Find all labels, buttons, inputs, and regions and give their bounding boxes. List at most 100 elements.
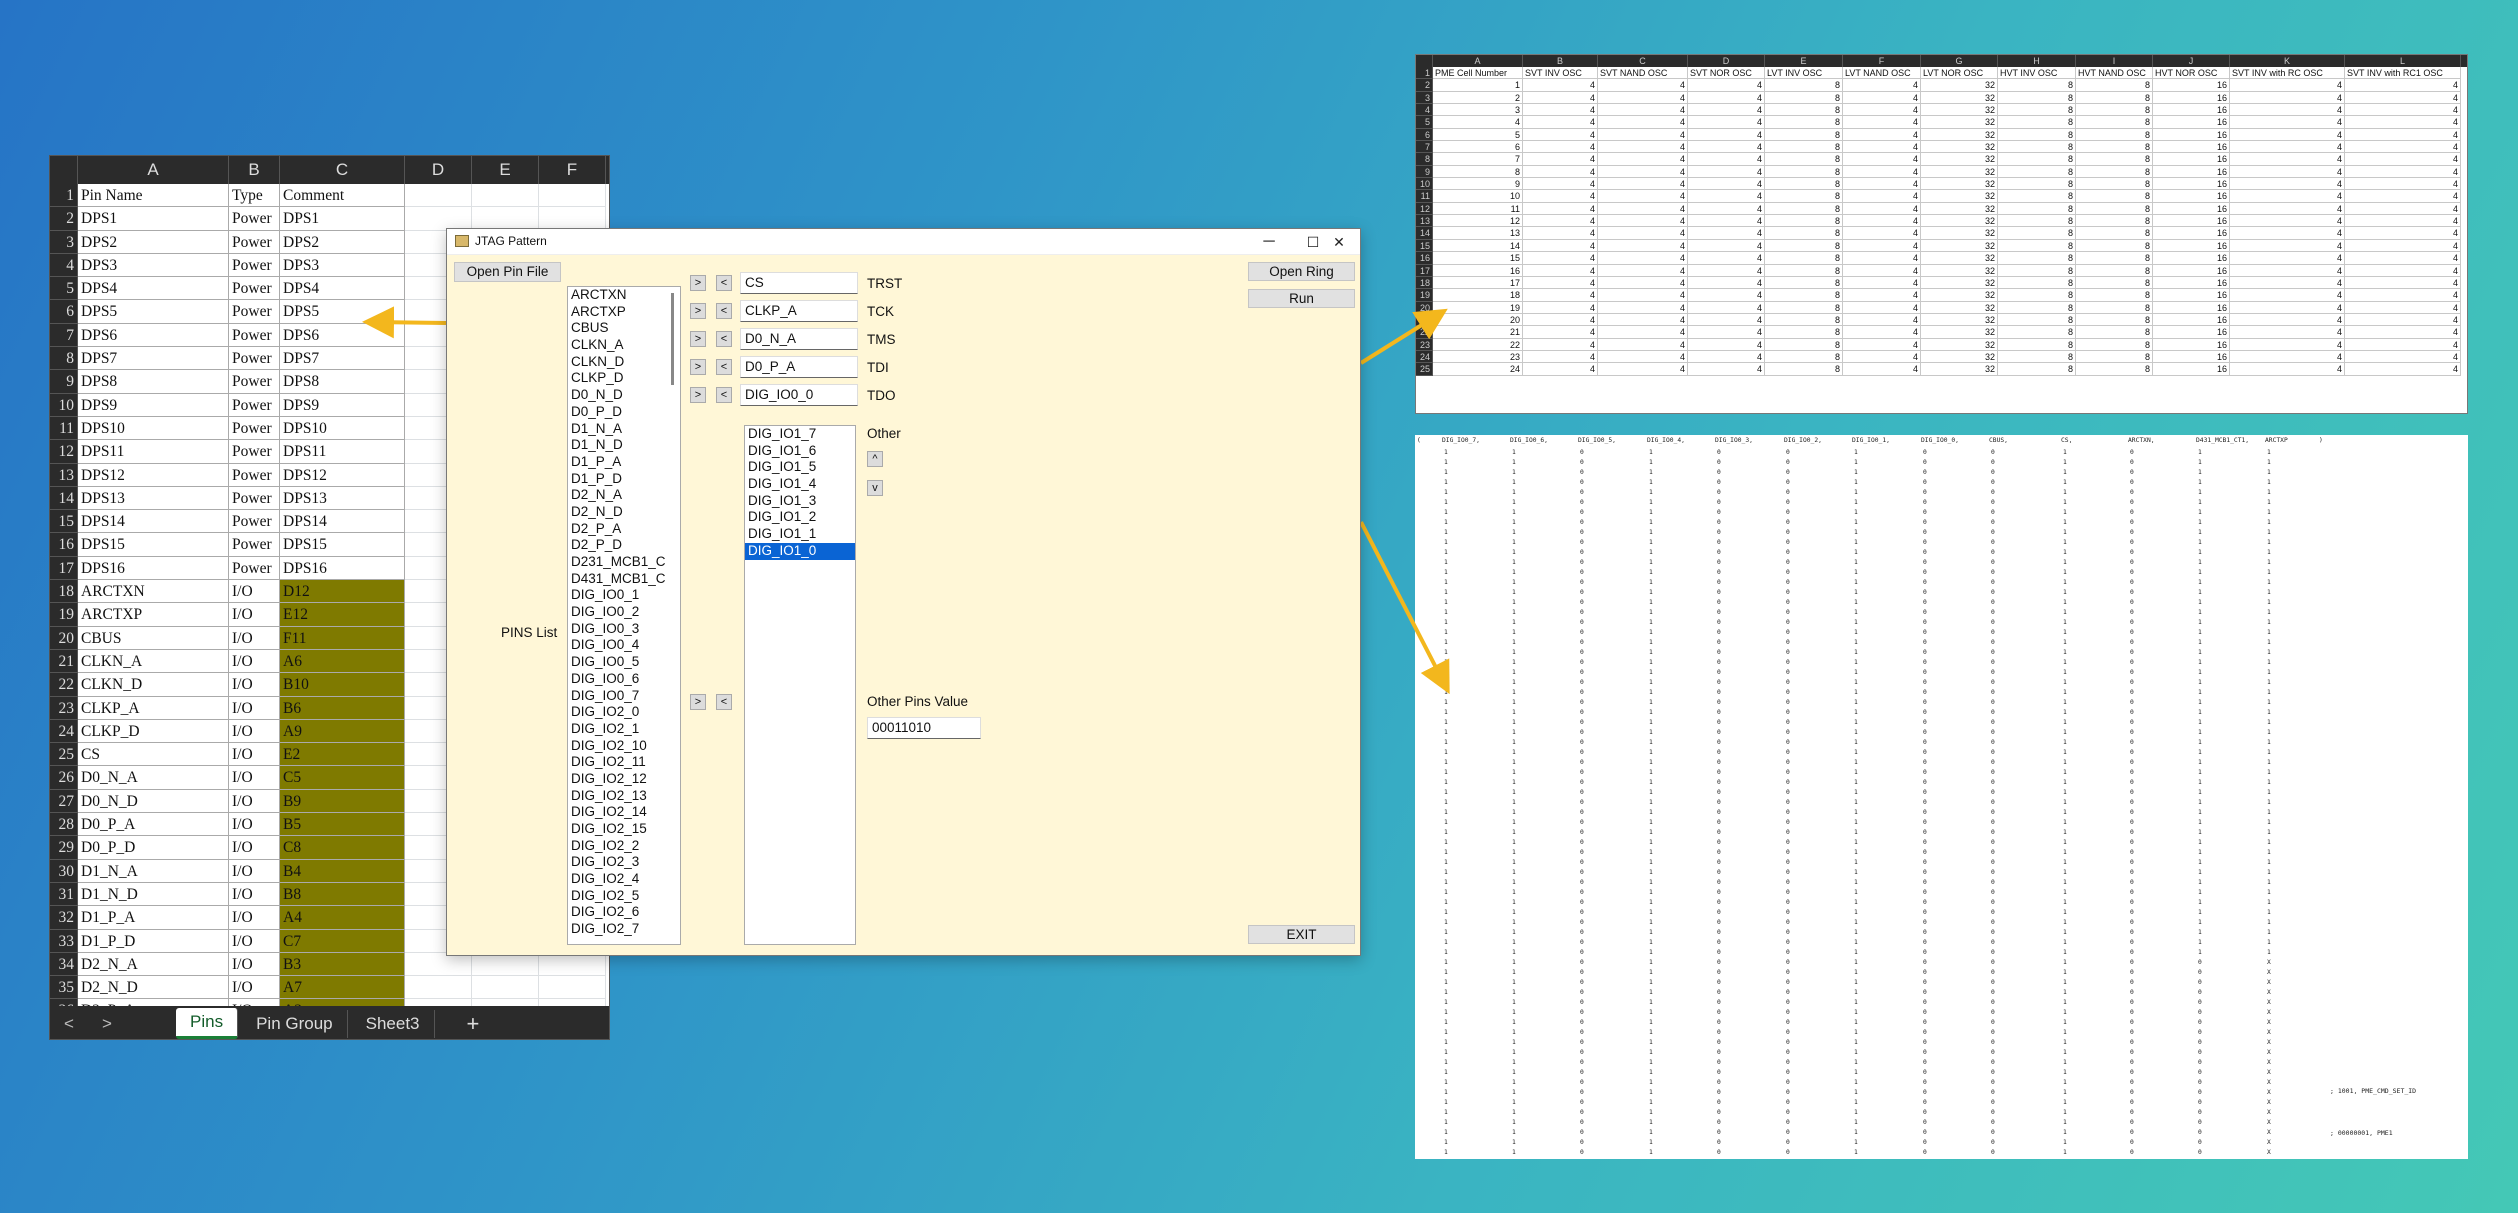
- row-number[interactable]: 1: [1416, 67, 1433, 80]
- table-cell[interactable]: 4: [1843, 338, 1921, 351]
- table-cell[interactable]: Power: [229, 207, 280, 231]
- column-header[interactable]: A: [1433, 55, 1523, 67]
- table-cell[interactable]: 8: [2076, 104, 2153, 117]
- other-list-item[interactable]: DIG_IO1_2: [745, 509, 855, 526]
- row-number[interactable]: 25: [50, 743, 78, 767]
- table-cell[interactable]: 4: [1688, 178, 1765, 191]
- table-cell[interactable]: I/O: [229, 882, 280, 907]
- table-cell[interactable]: 1: [1433, 79, 1523, 92]
- table-cell[interactable]: 8: [2076, 153, 2153, 166]
- table-cell[interactable]: 4: [2345, 141, 2461, 154]
- row-number[interactable]: 23: [50, 696, 78, 720]
- table-cell[interactable]: 4: [2230, 141, 2345, 154]
- table-cell[interactable]: Power: [229, 510, 280, 534]
- table-cell[interactable]: 4: [1688, 128, 1765, 142]
- table-cell[interactable]: 4: [1688, 202, 1765, 216]
- pins-list-item[interactable]: ARCTXN: [568, 287, 680, 304]
- table-cell[interactable]: 4: [1523, 338, 1598, 351]
- table-cell[interactable]: 15: [1433, 252, 1523, 265]
- table-cell[interactable]: D1_N_A: [78, 859, 229, 883]
- table-cell[interactable]: 16: [2153, 313, 2230, 327]
- row-number[interactable]: 18: [1416, 276, 1433, 290]
- table-cell[interactable]: I/O: [229, 673, 280, 697]
- table-cell[interactable]: 32: [1921, 313, 1998, 327]
- column-header[interactable]: H: [1998, 55, 2076, 67]
- row-number[interactable]: 2: [1416, 79, 1433, 92]
- pins-list-item[interactable]: D231_MCB1_C: [568, 554, 680, 571]
- table-cell[interactable]: 4: [2230, 301, 2345, 314]
- table-cell[interactable]: 8: [1765, 153, 1843, 166]
- trst-pin-input[interactable]: CS: [740, 272, 858, 294]
- table-cell[interactable]: 8: [1998, 313, 2076, 327]
- table-cell[interactable]: 4: [1598, 276, 1688, 290]
- table-cell[interactable]: A9: [280, 719, 405, 744]
- row-number[interactable]: 16: [1416, 252, 1433, 265]
- table-cell[interactable]: 32: [1921, 190, 1998, 203]
- add-trst-button[interactable]: >: [690, 275, 706, 291]
- table-cell[interactable]: 8: [2076, 289, 2153, 302]
- column-header[interactable]: B: [229, 156, 280, 184]
- table-cell[interactable]: C5: [280, 766, 405, 790]
- table-cell[interactable]: 4: [1688, 239, 1765, 253]
- table-cell[interactable]: 16: [2153, 79, 2230, 92]
- table-cell[interactable]: 4: [1523, 79, 1598, 92]
- table-cell[interactable]: DPS16: [280, 556, 405, 581]
- table-cell[interactable]: 8: [1765, 326, 1843, 339]
- table-cell[interactable]: I/O: [229, 719, 280, 744]
- table-cell[interactable]: 16: [2153, 326, 2230, 339]
- pins-list-item[interactable]: D2_P_A: [568, 521, 680, 538]
- table-cell[interactable]: 4: [1843, 165, 1921, 179]
- table-cell[interactable]: 4: [1523, 116, 1598, 129]
- table-cell[interactable]: 4: [1688, 338, 1765, 351]
- row-number[interactable]: 19: [50, 603, 78, 627]
- table-cell[interactable]: 8: [1765, 313, 1843, 327]
- table-cell[interactable]: 8: [1765, 165, 1843, 179]
- table-cell[interactable]: Power: [229, 556, 280, 581]
- table-cell[interactable]: 4: [1523, 239, 1598, 253]
- table-cell[interactable]: 4: [1598, 301, 1688, 314]
- row-number[interactable]: 26: [50, 766, 78, 790]
- pins-list-item[interactable]: DIG_IO0_1: [568, 587, 680, 604]
- table-cell[interactable]: 8: [1765, 91, 1843, 105]
- table-cell[interactable]: I/O: [229, 580, 280, 604]
- row-number[interactable]: 29: [50, 836, 78, 860]
- other-list-item[interactable]: DIG_IO1_6: [745, 443, 855, 460]
- table-cell[interactable]: 4: [2345, 116, 2461, 129]
- pins-list-item[interactable]: DIG_IO2_6: [568, 904, 680, 921]
- row-number[interactable]: 25: [1416, 363, 1433, 376]
- table-cell[interactable]: 8: [2076, 128, 2153, 142]
- table-cell[interactable]: E2: [280, 743, 405, 767]
- pins-list-item[interactable]: DIG_IO0_7: [568, 688, 680, 705]
- empty-cell[interactable]: [472, 952, 539, 977]
- table-cell[interactable]: 32: [1921, 116, 1998, 129]
- table-cell[interactable]: 4: [2230, 239, 2345, 253]
- add-tms-button[interactable]: >: [690, 331, 706, 347]
- table-cell[interactable]: 8: [1998, 141, 2076, 154]
- column-title[interactable]: PME Cell Number: [1433, 67, 1523, 80]
- table-cell[interactable]: 4: [1523, 252, 1598, 265]
- table-cell[interactable]: DPS12: [78, 463, 229, 487]
- column-header[interactable]: B: [1523, 55, 1598, 67]
- table-cell[interactable]: 8: [1765, 227, 1843, 240]
- empty-cell[interactable]: [539, 184, 606, 208]
- row-number[interactable]: 5: [1416, 116, 1433, 129]
- pins-list-item[interactable]: D0_P_D: [568, 404, 680, 421]
- table-cell[interactable]: I/O: [229, 766, 280, 790]
- row-number[interactable]: 33: [50, 929, 78, 953]
- table-cell[interactable]: 8: [2076, 363, 2153, 376]
- minimize-button[interactable]: ─: [1249, 230, 1289, 254]
- table-cell[interactable]: 4: [1843, 190, 1921, 203]
- table-cell[interactable]: 16: [2153, 239, 2230, 253]
- table-cell[interactable]: 8: [1998, 363, 2076, 376]
- run-button[interactable]: Run: [1248, 289, 1355, 308]
- table-cell[interactable]: DPS9: [280, 393, 405, 417]
- table-cell[interactable]: 8: [1765, 363, 1843, 376]
- table-cell[interactable]: 4: [1688, 289, 1765, 302]
- move-up-button[interactable]: ^: [867, 451, 883, 467]
- table-cell[interactable]: F11: [280, 626, 405, 650]
- row-number[interactable]: 6: [1416, 128, 1433, 142]
- table-cell[interactable]: 4: [1523, 141, 1598, 154]
- table-cell[interactable]: DPS12: [280, 463, 405, 487]
- table-cell[interactable]: Pin Name: [78, 184, 229, 208]
- table-cell[interactable]: 8: [1765, 104, 1843, 117]
